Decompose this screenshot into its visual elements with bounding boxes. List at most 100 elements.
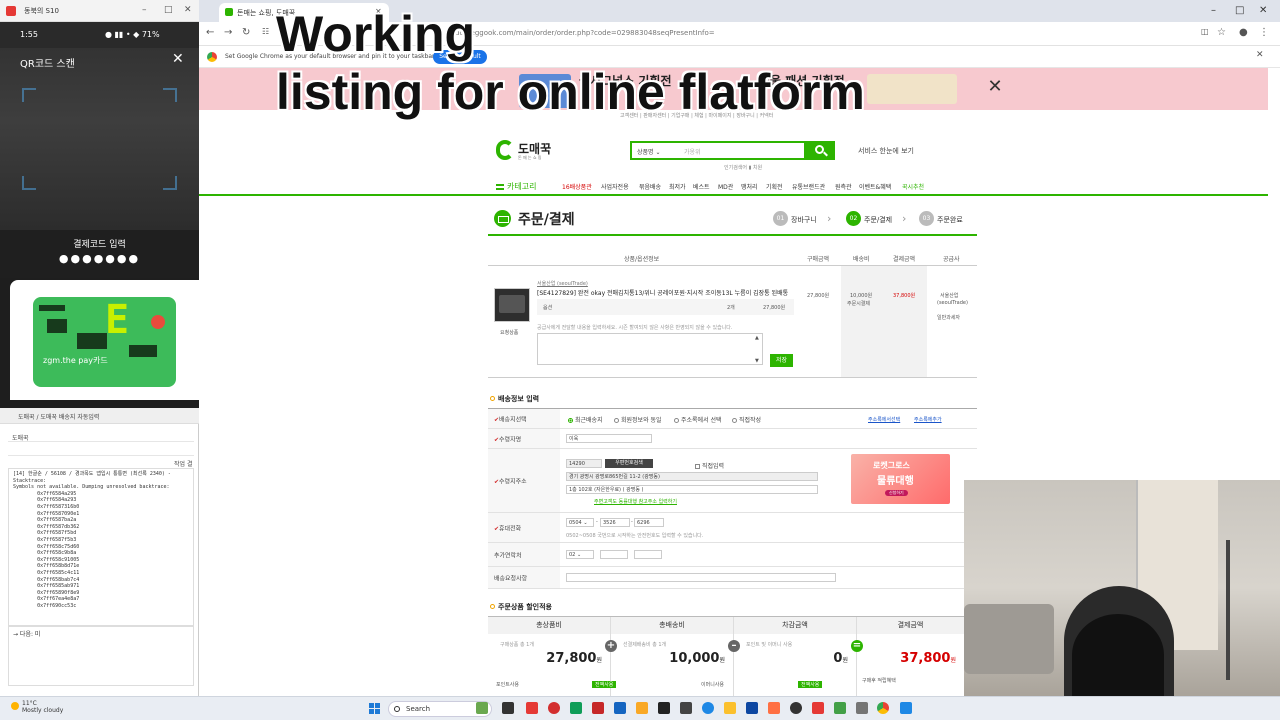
- rocket-growth-ad[interactable]: 로켓그로스 물류대행 신청하기: [851, 454, 950, 504]
- radio-same-member[interactable]: 회원정보와 동일: [614, 415, 662, 424]
- radio-address-book[interactable]: 주소록에서 선택: [674, 415, 722, 424]
- minimize-icon[interactable]: –: [1211, 5, 1216, 16]
- app-icon[interactable]: [548, 702, 560, 714]
- app-icon[interactable]: [812, 702, 824, 714]
- app-icon[interactable]: [900, 702, 912, 714]
- gnb-item[interactable]: 땡처리: [741, 182, 758, 191]
- browser-tab-active[interactable]: 돈매는 쇼핑, 도매꾹 ✕: [219, 3, 389, 22]
- qr-close-icon[interactable]: ✕: [172, 51, 184, 67]
- app-icon[interactable]: [570, 702, 582, 714]
- gnb-item[interactable]: 원측관: [835, 182, 852, 191]
- gnb-item[interactable]: 최저가: [669, 182, 686, 191]
- infobar-close-icon[interactable]: ✕: [1256, 50, 1264, 60]
- promo-banner[interactable]: 꾹시그널스 기획전 겨울 패션 기획전: [199, 68, 1268, 110]
- windows-start-icon[interactable]: [369, 703, 380, 714]
- radio-direct[interactable]: 직접작성: [732, 415, 761, 424]
- weather-icon[interactable]: [11, 702, 19, 710]
- minimize-icon[interactable]: –: [142, 5, 147, 15]
- app-icon[interactable]: [768, 702, 780, 714]
- gnb-item[interactable]: MD관: [718, 182, 733, 191]
- close-icon[interactable]: ✕: [184, 5, 192, 15]
- payment-card[interactable]: E zgm.the pay카드: [33, 297, 176, 387]
- gnb-item[interactable]: 꾹시추천: [902, 182, 924, 191]
- direct-input-checkbox[interactable]: 직접입력: [695, 461, 724, 470]
- phone-prefix-select[interactable]: 0504 ⌄: [566, 518, 594, 527]
- memo-save-button[interactable]: 저장: [770, 354, 793, 367]
- search-input[interactable]: 가옹위: [684, 147, 701, 156]
- close-icon[interactable]: ✕: [1259, 5, 1267, 16]
- product-image[interactable]: [494, 288, 530, 322]
- product-name[interactable]: [SE4127829] 완전 okay 전매김치통13/위니 공레이포원·지시작…: [537, 288, 788, 297]
- console-log[interactable]: [14] 한글순 / 56108 / 경과목도 앱입시 통통면 (최선록 234…: [8, 468, 194, 626]
- site-info-icon[interactable]: ☷: [262, 27, 269, 36]
- task-view-icon[interactable]: [502, 702, 514, 714]
- console-titlebar[interactable]: 도매꾹 / 도매꾹 배송지 자동입력: [0, 408, 199, 424]
- app-icon[interactable]: [724, 702, 736, 714]
- app-icon[interactable]: [834, 702, 846, 714]
- emoney-use-all-button[interactable]: 전액사용: [798, 681, 823, 688]
- point-use-all-button[interactable]: 전액사용: [592, 681, 617, 688]
- service-overview-link[interactable]: 서비스 한눈에 보기: [858, 146, 914, 156]
- forward-icon[interactable]: →: [224, 27, 232, 38]
- console-output[interactable]: → 다음: 미: [8, 626, 194, 686]
- extra-prefix-select[interactable]: 02 ⌄: [566, 550, 594, 559]
- delivery-request-input[interactable]: [566, 573, 836, 582]
- console-field[interactable]: [8, 444, 194, 456]
- url-field[interactable]: domeggook.com/main/order/order.php?code=…: [455, 26, 1185, 42]
- popular-keywords[interactable]: 인기검색어 ▮ 치원: [724, 164, 762, 171]
- app-icon[interactable]: [526, 702, 538, 714]
- app-icon[interactable]: [680, 702, 692, 714]
- category-menu-button[interactable]: 카테고리: [496, 181, 536, 192]
- seller-link[interactable]: 서울산업 (seoulTrade): [537, 280, 588, 287]
- gnb-item[interactable]: 16배상품관: [562, 182, 592, 191]
- scroll-down-icon[interactable]: ▼: [755, 358, 759, 364]
- app-icon[interactable]: [746, 702, 758, 714]
- chrome-icon[interactable]: [877, 702, 889, 714]
- profile-icon[interactable]: ●: [1239, 27, 1248, 38]
- weather-widget[interactable]: 11°C Mostly cloudy: [22, 700, 63, 714]
- phone-window-titlebar[interactable]: 동북의 S10 – □ ✕: [0, 0, 199, 22]
- phone-mid-input[interactable]: 3526: [600, 518, 630, 527]
- gnb-item[interactable]: 기획전: [766, 182, 783, 191]
- zip-input[interactable]: 14290: [566, 459, 602, 468]
- gnb-item[interactable]: 사업자전용: [601, 182, 629, 191]
- menu-icon[interactable]: ⋮: [1259, 27, 1269, 38]
- extra-mid-input[interactable]: [600, 550, 628, 559]
- gnb-item[interactable]: 이벤트&혜택: [859, 182, 891, 191]
- address-line1[interactable]: 경기 광명시 광명로865번길 11-2 (광명동): [566, 472, 818, 481]
- phone-last-input[interactable]: 6296: [634, 518, 664, 527]
- app-icon[interactable]: [592, 702, 604, 714]
- radio-recent[interactable]: 최근배송지: [568, 415, 603, 424]
- address-book-select-link[interactable]: 주소록에서선택: [868, 416, 900, 423]
- bookmark-star-icon[interactable]: ☆: [1217, 27, 1226, 38]
- scroll-up-icon[interactable]: ▲: [755, 335, 759, 341]
- ad-button[interactable]: 신청하기: [885, 490, 908, 496]
- address-book-add-link[interactable]: 주소록에추가: [914, 416, 942, 423]
- app-icon[interactable]: [702, 702, 714, 714]
- back-icon[interactable]: ←: [206, 27, 214, 38]
- zip-search-button[interactable]: 우편번호검색: [605, 459, 653, 468]
- banner-close-icon[interactable]: ✕: [987, 78, 1003, 96]
- extra-last-input[interactable]: [634, 550, 662, 559]
- app-icon[interactable]: [856, 702, 868, 714]
- memo-textarea[interactable]: ▲ ▼: [537, 333, 763, 365]
- file-explorer-icon[interactable]: [636, 702, 648, 714]
- gnb-item[interactable]: 묶음배송: [639, 182, 661, 191]
- app-icon[interactable]: [790, 702, 802, 714]
- maximize-icon[interactable]: □: [164, 5, 173, 15]
- app-icon[interactable]: [614, 702, 626, 714]
- tab-close-icon[interactable]: ✕: [375, 7, 382, 16]
- search-button[interactable]: [806, 141, 835, 160]
- recipient-input[interactable]: 이육: [566, 434, 652, 443]
- address-helper-link[interactable]: 주변고객도 동률대행 참고주소 입력하기: [594, 498, 677, 505]
- reload-icon[interactable]: ↻: [242, 27, 250, 38]
- search-scope-select[interactable]: 상품명 ⌄: [637, 147, 661, 156]
- site-logo[interactable]: 도매꾹 돈 매 는 쇼 핑: [496, 139, 566, 163]
- set-default-button[interactable]: Set as default: [433, 50, 487, 64]
- widget-icon[interactable]: [476, 702, 488, 714]
- address-line2[interactable]: 1층 102호 (자은한우료) ( 광명동 ): [566, 485, 818, 494]
- utility-menu[interactable]: 고객센터 | 판매자센터 | 기업구매 | 체험 | 마이페이지 | 장바구니 …: [620, 112, 980, 122]
- search-bar[interactable]: 상품명 ⌄ 가옹위: [630, 141, 806, 160]
- app-icon[interactable]: [658, 702, 670, 714]
- translate-icon[interactable]: ◫: [1201, 27, 1209, 36]
